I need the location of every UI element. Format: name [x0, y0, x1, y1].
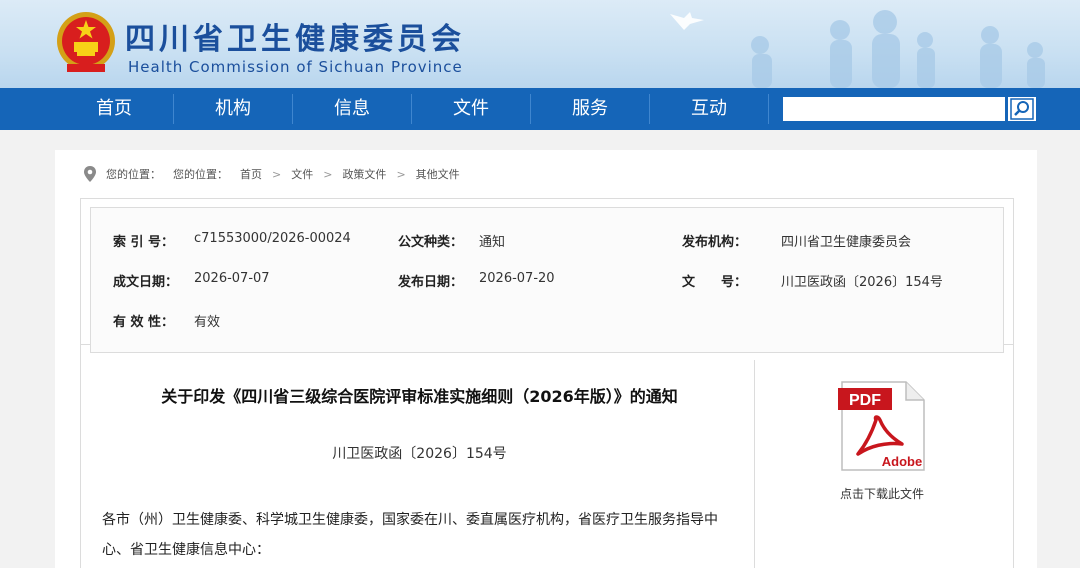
validity-value: 有效 [194, 315, 221, 330]
publish-date-value: 2026-07-20 [479, 271, 555, 286]
breadcrumb-prefix: 您的位置： [106, 168, 161, 181]
nav-divider [768, 94, 769, 124]
site-header: 四川省卫生健康委员会 Health Commission of Sichuan … [0, 0, 1080, 88]
site-title: 四川省卫生健康委员会 [125, 22, 465, 57]
doc-type-label: 公文种类： [398, 235, 464, 250]
search-input[interactable] [783, 97, 1005, 121]
column-divider [754, 360, 755, 568]
publisher-value: 四川省卫生健康委员会 [781, 235, 912, 250]
family-silhouette-decoration [670, 10, 1045, 88]
index-label: 索 引 号： [113, 235, 175, 250]
breadcrumb-home[interactable]: 首页 [240, 166, 262, 182]
breadcrumb-separator: > [323, 167, 333, 181]
breadcrumb-policy-documents[interactable]: 政策文件 [342, 166, 386, 182]
document-title: 关于印发《四川省三级综合医院评审标准实施细则（2026年版）》的通知 [161, 387, 678, 406]
nav-item-information[interactable]: 信息 [293, 88, 411, 130]
publish-date-label: 发布日期： [398, 275, 464, 290]
breadcrumb-separator: > [396, 167, 406, 181]
document-number: 川卫医政函〔2026〕154号 [332, 446, 507, 462]
breadcrumb-prefix: 您的位置： [173, 168, 228, 181]
nav-item-interaction[interactable]: 互动 [650, 88, 768, 130]
breadcrumb-separator: > [272, 167, 282, 181]
breadcrumb-other-documents[interactable]: 其他文件 [416, 166, 460, 182]
breadcrumb: 您的位置： 您的位置： 首页 > 文件 > 政策文件 > 其他文件 [82, 165, 460, 183]
nav-item-home[interactable]: 首页 [55, 88, 173, 130]
created-date-label: 成文日期： [113, 275, 179, 290]
breadcrumb-documents[interactable]: 文件 [291, 166, 313, 182]
pdf-file-icon[interactable]: PDF Adobe [836, 380, 928, 472]
publisher-label: 发布机构： [682, 235, 748, 250]
document-paragraph: 各市（州）卫生健康委、科学城卫生健康委，国家委在川、委直属医疗机构，省医疗卫生服… [102, 512, 718, 558]
nav-item-institutions[interactable]: 机构 [174, 88, 292, 130]
national-emblem-icon [57, 12, 115, 72]
dove-icon [670, 12, 704, 30]
search-icon [1010, 98, 1034, 120]
doc-number-label: 文 号： [682, 275, 748, 290]
download-link[interactable]: 点击下载此文件 [782, 485, 982, 502]
validity-label: 有 效 性： [113, 315, 175, 330]
search-button[interactable] [1007, 96, 1037, 122]
doc-type-value: 通知 [479, 235, 506, 250]
nav-item-services[interactable]: 服务 [531, 88, 649, 130]
location-pin-icon [84, 166, 96, 182]
nav-item-documents[interactable]: 文件 [412, 88, 530, 130]
index-value: c71553000/2026-00024 [194, 231, 351, 246]
created-date-value: 2026-07-07 [194, 271, 270, 286]
site-subtitle: Health Commission of Sichuan Province [128, 58, 463, 76]
doc-number-value: 川卫医政函〔2026〕154号 [781, 275, 943, 290]
pdf-label: PDF [849, 392, 881, 409]
adobe-label: Adobe [882, 454, 922, 469]
